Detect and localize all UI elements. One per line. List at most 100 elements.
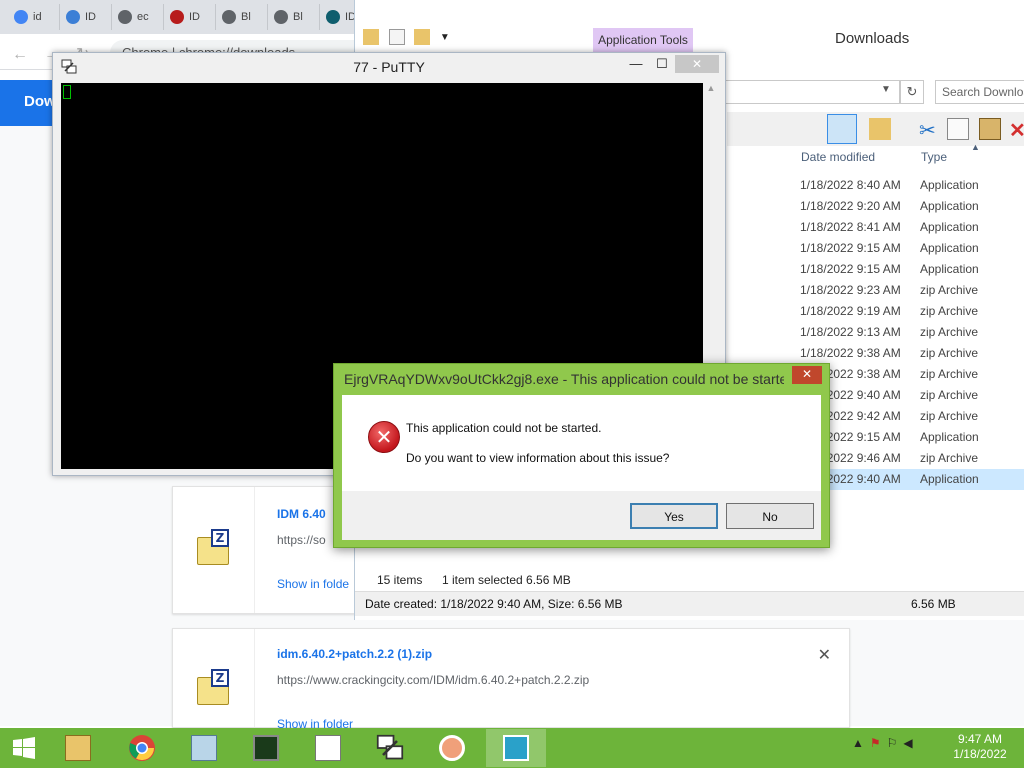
column-type[interactable]: Type [921, 150, 947, 164]
notepad-icon [191, 735, 217, 761]
copy-icon[interactable] [947, 118, 969, 140]
download-item: Z idm.6.40.2+patch.2.2 (1).zip https://w… [172, 628, 850, 731]
file-type: Application [920, 241, 979, 255]
file-row[interactable]: 1/18/2022 8:40 AM Application [800, 175, 1024, 196]
task-manager-icon [253, 735, 279, 761]
file-icon-area: Z [173, 629, 255, 727]
file-type: zip Archive [920, 367, 979, 381]
file-row[interactable]: 1/18/2022 9:38 AM zip Archive [800, 343, 1024, 364]
file-type: zip Archive [920, 325, 979, 339]
new-folder-icon[interactable] [414, 28, 431, 45]
file-row[interactable]: 1/18/2022 9:15 AM Application [800, 259, 1024, 280]
refresh-icon[interactable]: ↻ [900, 80, 924, 104]
cut-icon[interactable]: ✂ [919, 118, 941, 142]
taskbar-file-explorer[interactable] [48, 729, 108, 767]
sort-up-icon: ▲ [971, 142, 980, 152]
tab[interactable]: Bl [268, 4, 320, 30]
start-button[interactable] [0, 729, 48, 767]
show-hidden-icons-icon[interactable]: ▲ [852, 736, 870, 750]
date-created-info: Date created: 1/18/2022 9:40 AM, Size: 6… [365, 597, 623, 611]
clock[interactable]: 9:47 AM 1/18/2022 [940, 732, 1020, 762]
file-row[interactable]: 1/18/2022 9:42 AM zip Archive [800, 406, 1024, 427]
selection-info: 1 item selected 6.56 MB [442, 573, 571, 587]
tab[interactable]: ID [164, 4, 216, 30]
file-type: zip Archive [920, 409, 979, 423]
file-row[interactable]: 1/18/2022 9:46 AM zip Archive [800, 448, 1024, 469]
file-type: Application [920, 472, 979, 486]
file-row[interactable]: 1/18/2022 9:38 AM zip Archive [800, 364, 1024, 385]
file-type: zip Archive [920, 346, 979, 360]
tab[interactable]: Bl [216, 4, 268, 30]
file-date: 1/18/2022 9:15 AM [800, 241, 901, 255]
yes-button[interactable]: Yes [630, 503, 718, 529]
tab[interactable]: id [8, 4, 60, 30]
tab[interactable]: ec [112, 4, 164, 30]
taskbar-putty[interactable] [360, 729, 420, 767]
application-tools-tab[interactable]: Application Tools [593, 28, 693, 52]
scroll-up-icon[interactable]: ▲ [703, 83, 719, 93]
document-icon [315, 735, 341, 761]
favicon-icon [170, 10, 184, 24]
close-button[interactable]: ✕ [675, 55, 719, 73]
file-row[interactable]: 1/18/2022 9:15 AM Application [800, 238, 1024, 259]
downloads-page-header: Dow [0, 80, 60, 126]
dialog-title: EjrgVRAqYDWxv9oUtCkk2gj8.exe - This appl… [344, 371, 784, 387]
taskbar-chrome[interactable] [112, 729, 172, 767]
putty-icon [376, 734, 404, 760]
zip-file-icon: Z [197, 529, 229, 565]
download-url[interactable]: https://so [277, 533, 326, 547]
file-date: 1/18/2022 8:41 AM [800, 220, 901, 234]
remove-download-icon[interactable]: ✕ [818, 645, 831, 665]
clock-time: 9:47 AM [957, 732, 1003, 746]
taskbar-task-manager[interactable] [236, 729, 296, 767]
system-tray[interactable]: ▲⚑⚐◀ [852, 736, 919, 750]
taskbar-notepad[interactable] [174, 729, 234, 767]
tab-title: ID [85, 11, 96, 23]
taskbar-error-app[interactable] [486, 729, 546, 767]
taskbar-document[interactable] [298, 729, 358, 767]
file-row[interactable]: 1/18/2022 8:41 AM Application [800, 217, 1024, 238]
move-to-icon[interactable] [869, 118, 891, 140]
tab-title: ec [137, 11, 149, 23]
dialog-close-button[interactable]: ✕ [792, 366, 822, 384]
error-icon: ✕ [368, 421, 400, 453]
volume-icon[interactable]: ◀ [903, 736, 918, 750]
status-bar: 15 items 1 item selected 6.56 MB [355, 566, 1024, 590]
file-row[interactable]: 1/18/2022 9:40 AM zip Archive [800, 385, 1024, 406]
tab[interactable]: ID [60, 4, 112, 30]
file-row[interactable]: 1/18/2022 9:15 AM Application [800, 427, 1024, 448]
file-row[interactable]: 1/18/2022 9:20 AM Application [800, 196, 1024, 217]
show-in-folder-link[interactable]: Show in folde [277, 577, 349, 591]
properties-icon[interactable] [388, 28, 405, 45]
file-row[interactable]: 1/18/2022 9:13 AM zip Archive [800, 322, 1024, 343]
file-row[interactable]: 1/18/2022 9:40 AM Application [800, 469, 1024, 490]
delete-icon[interactable]: ✕ [1009, 118, 1024, 142]
search-field[interactable]: Search Downloads [935, 80, 1024, 104]
file-type: zip Archive [920, 283, 979, 297]
preview-pane-button[interactable] [827, 114, 857, 144]
customize-qat-icon[interactable]: ▼ [440, 32, 450, 43]
chevron-down-icon[interactable]: ▼ [881, 84, 891, 95]
quick-access-toolbar[interactable]: ▼ [363, 28, 450, 45]
download-filename[interactable]: IDM 6.40 [277, 507, 326, 521]
favicon-icon [222, 10, 236, 24]
column-date-modified[interactable]: Date modified [801, 150, 875, 164]
network-icon[interactable]: ⚑ [870, 736, 887, 750]
download-filename[interactable]: idm.6.40.2+patch.2.2 (1).zip [277, 647, 432, 661]
paste-icon[interactable] [979, 118, 1001, 140]
minimize-button[interactable]: — [625, 55, 647, 75]
folder-icon [363, 28, 379, 45]
action-center-icon[interactable]: ⚐ [887, 736, 904, 750]
window-title: Downloads [835, 30, 910, 47]
file-row[interactable]: 1/18/2022 9:23 AM zip Archive [800, 280, 1024, 301]
file-type: zip Archive [920, 388, 979, 402]
maximize-button[interactable]: ☐ [651, 55, 673, 75]
error-message: This application could not be started. [406, 421, 602, 435]
no-button[interactable]: No [726, 503, 814, 529]
tab-title: ID [189, 11, 200, 23]
download-url[interactable]: https://www.crackingcity.com/IDM/idm.6.4… [277, 673, 589, 687]
file-date: 1/18/2022 9:15 AM [800, 262, 901, 276]
taskbar-chrome-alt[interactable] [422, 729, 482, 767]
file-row[interactable]: 1/18/2022 9:19 AM zip Archive [800, 301, 1024, 322]
putty-titlebar: 77 - PuTTY — ☐ ✕ [53, 53, 725, 81]
